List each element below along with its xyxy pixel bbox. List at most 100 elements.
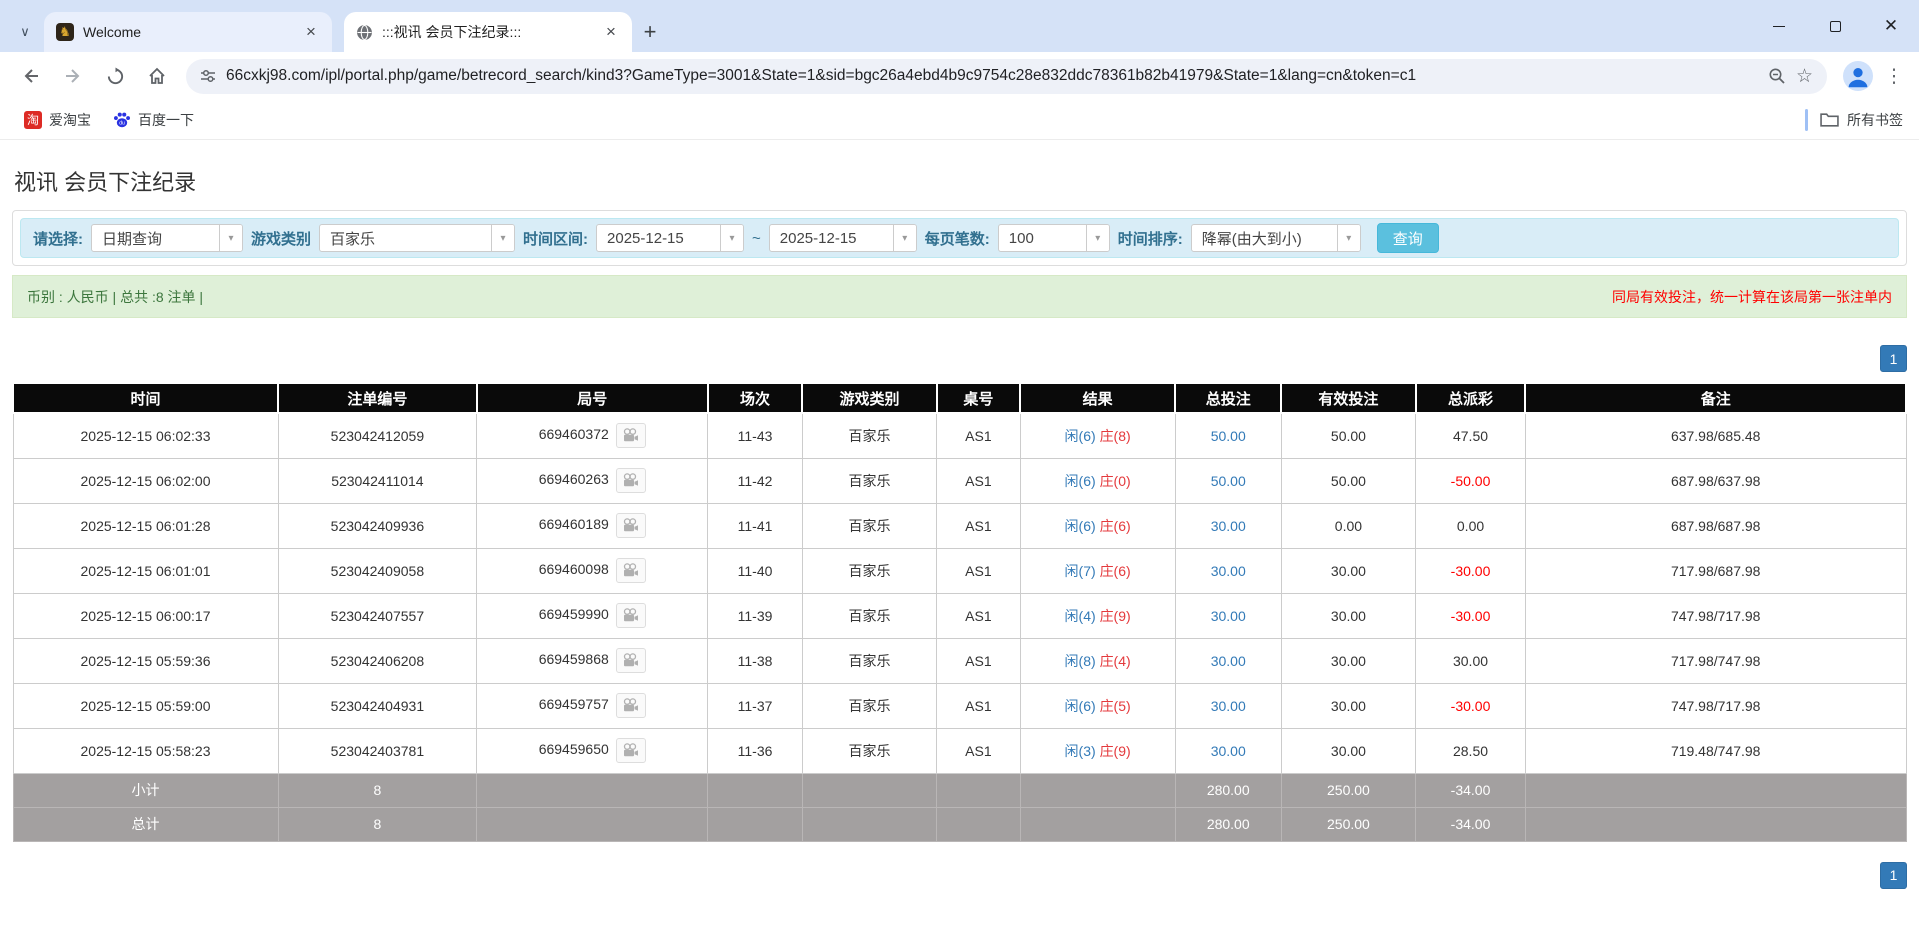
cell-valid-bet: 30.00 [1281,638,1415,683]
minimize-button[interactable] [1751,0,1807,52]
total-bet-link[interactable]: 30.00 [1211,518,1246,534]
baidu-paw-icon: du [113,111,131,129]
all-bookmarks-button[interactable]: 所有书签 [1820,110,1903,130]
cell-table: AS1 [937,683,1020,728]
video-camera-icon[interactable] [616,693,646,718]
cell-payout: 0.00 [1416,503,1526,548]
page-size-value: 100 [999,225,1086,251]
cell-table: AS1 [937,728,1020,773]
page-size-select[interactable]: 100 ▾ [998,224,1110,252]
table-row: 2025-12-15 06:01:28 523042409936 6694601… [13,503,1906,548]
site-settings-icon[interactable] [200,68,216,84]
cell-session: 11-38 [708,638,803,683]
col-payout: 总派彩 [1416,383,1526,413]
video-camera-icon[interactable] [616,648,646,673]
url-bar[interactable]: 66cxkj98.com/ipl/portal.php/game/betreco… [186,59,1827,94]
cell-time: 2025-12-15 05:59:36 [13,638,278,683]
summary-bar: 币别 : 人民币 | 总共 :8 注单 | 同局有效投注，统一计算在该局第一张注… [12,275,1907,318]
screen: { "browser": { "tabs": [ { "title": "Wel… [0,0,1919,925]
cell-valid-bet: 0.00 [1281,503,1415,548]
video-camera-icon[interactable] [616,513,646,538]
chevron-down-icon[interactable]: ▾ [219,225,242,251]
chevron-down-icon[interactable]: ▾ [491,225,514,251]
query-type-select[interactable]: 日期查询 ▾ [91,224,243,252]
game-type-select[interactable]: 百家乐 ▾ [319,224,515,252]
chevron-down-icon[interactable]: ▾ [1086,225,1109,251]
table-row: 2025-12-15 05:58:23 523042403781 6694596… [13,728,1906,773]
video-camera-icon[interactable] [616,603,646,628]
col-bet-id: 注单编号 [278,383,477,413]
chevron-down-icon[interactable]: ▾ [893,225,916,251]
date-to-select[interactable]: 2025-12-15 ▾ [769,224,917,252]
page-1-button[interactable]: 1 [1880,345,1907,372]
profile-avatar[interactable] [1843,61,1873,91]
tab-betrecord[interactable]: :::视讯 会员下注纪录::: × [344,12,632,52]
bookmark-baidu[interactable]: du 百度一下 [105,106,202,134]
zoom-icon[interactable] [1768,67,1786,85]
tab-search-chevron-icon[interactable]: ∨ [6,12,44,52]
menu-kebab-icon[interactable]: ⋮ [1879,65,1909,88]
tab-welcome[interactable]: ♞ Welcome × [44,12,332,52]
maximize-button[interactable] [1807,0,1863,52]
col-result: 结果 [1020,383,1175,413]
total-count: 8 [278,807,477,841]
video-camera-icon[interactable] [616,558,646,583]
total-bet-link[interactable]: 50.00 [1211,473,1246,489]
bookmark-aitaobao[interactable]: 淘 爱淘宝 [16,106,99,134]
bookmarks-bar: 淘 爱淘宝 du 百度一下 所有书签 [0,100,1919,140]
close-window-button[interactable]: ✕ [1863,0,1919,52]
tab-title: Welcome [83,24,293,40]
sort-select[interactable]: 降幂(由大到小) ▾ [1191,224,1361,252]
cell-game: 百家乐 [802,458,936,503]
total-bet-link[interactable]: 30.00 [1211,743,1246,759]
total-bet-link[interactable]: 30.00 [1211,563,1246,579]
total-bet-link[interactable]: 30.00 [1211,698,1246,714]
new-tab-button[interactable]: + [632,14,668,50]
cell-session: 11-37 [708,683,803,728]
cell-remark: 719.48/747.98 [1525,728,1906,773]
chevron-down-icon[interactable]: ▾ [1337,225,1360,251]
reload-button[interactable] [94,55,136,97]
bookmark-label: 百度一下 [138,110,194,130]
home-button[interactable] [136,55,178,97]
back-button[interactable] [10,55,52,97]
cell-time: 2025-12-15 06:00:17 [13,593,278,638]
total-bet-link[interactable]: 50.00 [1211,428,1246,444]
bet-records-table: 时间 注单编号 局号 场次 游戏类别 桌号 结果 总投注 有效投注 总派彩 备注… [12,382,1907,842]
chevron-down-icon[interactable]: ▾ [720,225,743,251]
video-camera-icon[interactable] [616,738,646,763]
cell-remark: 747.98/717.98 [1525,683,1906,728]
video-camera-icon[interactable] [616,423,646,448]
cell-round-id: 669460372 [477,413,708,458]
cell-total-bet: 50.00 [1175,458,1281,503]
bookmark-star-icon[interactable]: ☆ [1796,65,1813,88]
page-1-button[interactable]: 1 [1880,862,1907,889]
maximize-icon [1830,21,1841,32]
cell-round-id: 669459757 [477,683,708,728]
cell-remark: 717.98/687.98 [1525,548,1906,593]
close-icon[interactable]: × [602,23,620,41]
total-bet-link[interactable]: 30.00 [1211,653,1246,669]
cell-total-bet: 30.00 [1175,503,1281,548]
date-from-select[interactable]: 2025-12-15 ▾ [596,224,744,252]
video-camera-icon[interactable] [616,468,646,493]
cell-total-bet: 30.00 [1175,683,1281,728]
cell-game: 百家乐 [802,593,936,638]
col-time: 时间 [13,383,278,413]
close-icon[interactable]: × [302,23,320,41]
cell-result: 闲(6) 庄(0) [1020,458,1175,503]
query-type-value: 日期查询 [92,225,219,251]
cell-round-id: 669460098 [477,548,708,593]
game-type-value: 百家乐 [320,225,491,251]
date-range-tilde: ~ [752,230,761,247]
pagination-top: 1 [12,345,1907,372]
url-text[interactable]: 66cxkj98.com/ipl/portal.php/game/betreco… [226,67,1758,85]
cell-total-bet: 30.00 [1175,728,1281,773]
cell-payout: -30.00 [1416,593,1526,638]
cell-round-id: 669459868 [477,638,708,683]
cell-table: AS1 [937,503,1020,548]
total-bet-link[interactable]: 30.00 [1211,608,1246,624]
search-button[interactable]: 查询 [1377,223,1439,253]
cell-session: 11-43 [708,413,803,458]
forward-button[interactable] [52,55,94,97]
